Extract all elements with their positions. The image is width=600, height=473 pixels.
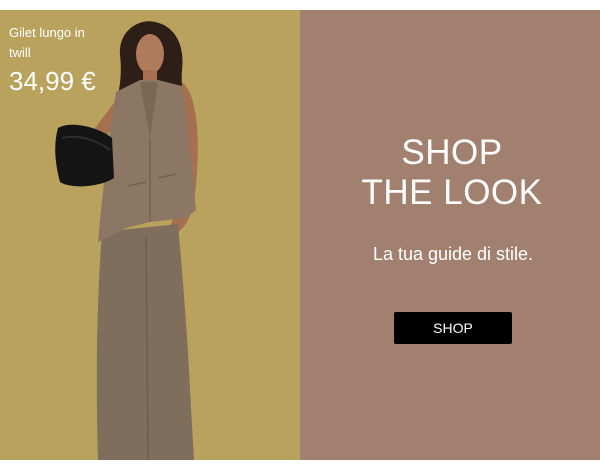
headline-line-1: SHOP [401, 133, 503, 172]
product-price: 34,99 € [9, 66, 96, 96]
promo-panel: SHOP THE LOOK La tua guide di stile. SHO… [300, 10, 600, 460]
product-photo-panel[interactable]: Gilet lungo in twill 34,99 € [0, 10, 300, 460]
headline: SHOP THE LOOK [300, 133, 600, 213]
shop-the-look-banner[interactable]: Gilet lungo in twill 34,99 € SHOP THE LO… [0, 10, 600, 460]
headline-line-2: THE LOOK [361, 173, 543, 212]
tagline: La tua guide di stile. [372, 244, 534, 264]
product-info: Gilet lungo in twill 34,99 € [9, 23, 96, 98]
product-name: Gilet lungo in twill [9, 25, 85, 60]
shop-button[interactable]: SHOP [394, 312, 512, 344]
